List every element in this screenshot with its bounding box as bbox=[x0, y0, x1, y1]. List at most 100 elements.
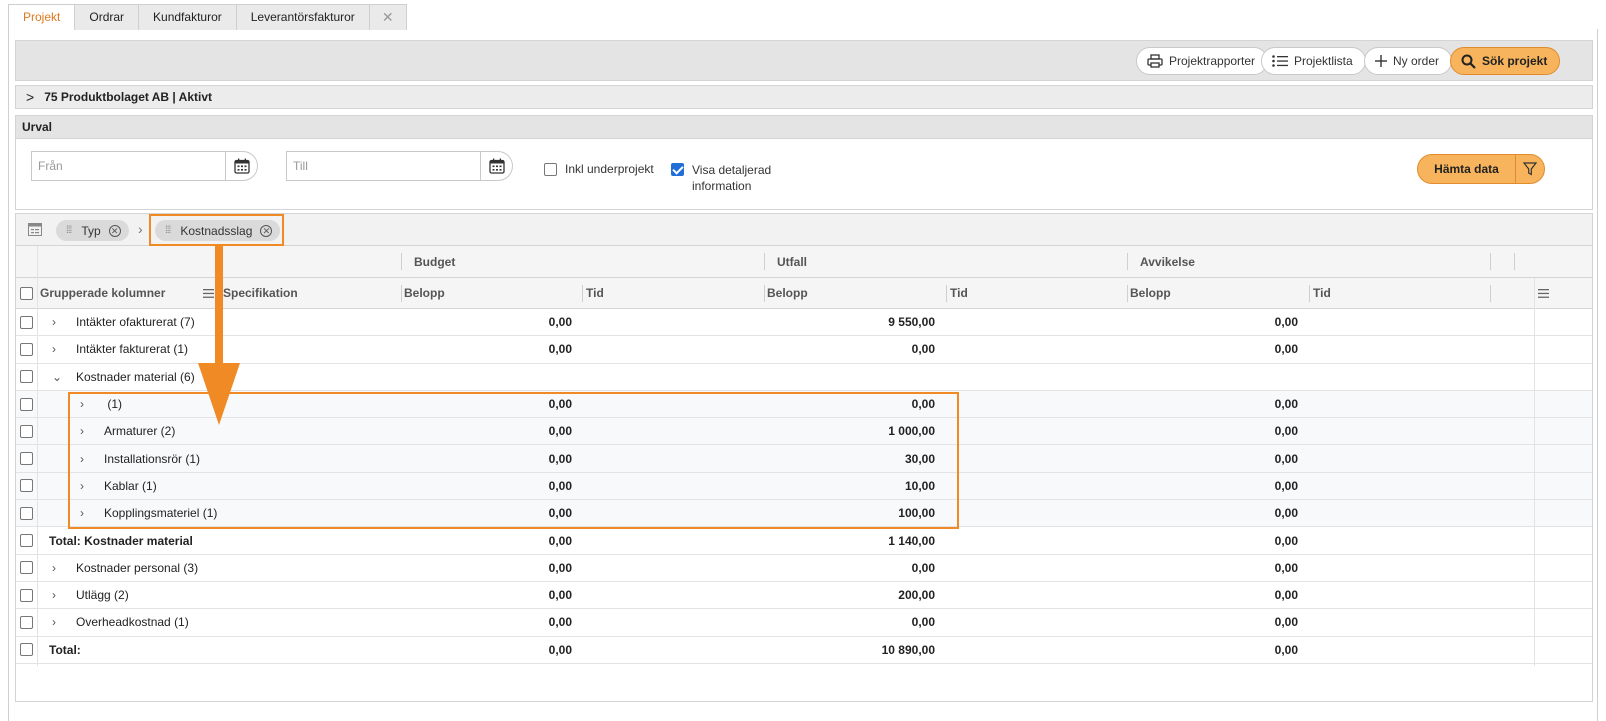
calendar-icon[interactable] bbox=[481, 151, 513, 181]
remove-chip-icon[interactable]: ✕ bbox=[108, 224, 121, 237]
row-checkbox[interactable] bbox=[20, 609, 33, 635]
inkl-underprojekt-label: Inkl underprojekt bbox=[565, 162, 654, 176]
row-checkbox[interactable] bbox=[20, 336, 33, 362]
cell-avvikelse-belopp: 0,00 bbox=[1274, 588, 1298, 603]
chevron-right-icon[interactable]: > bbox=[26, 89, 34, 105]
table-row[interactable]: Total: 0,00 10 890,00 0,00 bbox=[16, 636, 1592, 664]
chevron-down-icon[interactable]: ⌄ bbox=[52, 364, 62, 390]
cell-utfall-belopp bbox=[815, 364, 935, 390]
cell-avvikelse-belopp: 0,00 bbox=[1274, 642, 1298, 657]
project-reports-button[interactable]: Projektrapporter bbox=[1136, 47, 1269, 75]
cell-avvikelse-belopp: 0,00 bbox=[1274, 451, 1298, 466]
tab-projekt[interactable]: Projekt bbox=[8, 4, 76, 30]
selection-title: Urval bbox=[16, 116, 1592, 139]
table-row[interactable]: Total: Kostnader material 0,00 1 140,00 0,0… bbox=[16, 527, 1592, 555]
table-row[interactable]: ⌄ Kostnader material (6) bbox=[16, 363, 1592, 391]
column-header-budget-tid[interactable]: Tid bbox=[586, 278, 604, 308]
new-order-label: Ny order bbox=[1393, 54, 1440, 68]
row-checkbox[interactable] bbox=[20, 473, 33, 499]
cell-avvikelse-belopp: 0,00 bbox=[1274, 397, 1298, 412]
row-checkbox[interactable] bbox=[20, 391, 33, 417]
cell-avvikelse-belopp: 0,00 bbox=[1274, 478, 1298, 493]
tab-ordrar[interactable]: Ordrar bbox=[74, 4, 140, 30]
from-date-input[interactable] bbox=[31, 151, 226, 181]
grouping-panel-icon[interactable] bbox=[28, 223, 42, 236]
tab-kundfakturor[interactable]: Kundfakturor bbox=[138, 4, 237, 30]
data-grid: ⁞⁞⁞ Typ ✕ › ⁞⁞⁞ Kostnadsslag ✕ Budget Ut… bbox=[15, 213, 1593, 702]
visa-detaljerad-checkbox[interactable] bbox=[671, 163, 684, 176]
budget-group-header: Budget bbox=[414, 254, 456, 269]
column-header-budget-belopp[interactable]: Belopp bbox=[404, 278, 445, 308]
plus-icon bbox=[1375, 55, 1387, 67]
grid-menu-icon[interactable] bbox=[1538, 278, 1549, 308]
row-label: Kostnader personal (3) bbox=[76, 560, 199, 575]
filter-icon[interactable] bbox=[1515, 155, 1544, 183]
calendar-icon[interactable] bbox=[226, 151, 258, 181]
cell-avvikelse-belopp: 0,00 bbox=[1274, 560, 1298, 575]
project-list-button[interactable]: Projektlista bbox=[1261, 47, 1366, 75]
drag-handle-icon[interactable]: ⁞⁞⁞ bbox=[66, 225, 72, 236]
project-reports-label: Projektrapporter bbox=[1169, 54, 1256, 68]
chevron-right-icon[interactable]: › bbox=[52, 582, 56, 608]
group-chip-label: Typ bbox=[81, 223, 101, 238]
project-title: 75 Produktbolaget AB | Aktivt bbox=[44, 90, 213, 104]
row-checkbox[interactable] bbox=[20, 637, 33, 663]
visa-detaljerad-label: Visa detaljerad information bbox=[692, 162, 771, 194]
chevron-right-icon[interactable]: › bbox=[52, 309, 56, 335]
utfall-group-header: Utfall bbox=[777, 254, 807, 269]
table-row[interactable]: › Utlägg (2) 0,00 200,00 0,00 bbox=[16, 581, 1592, 610]
search-project-button[interactable]: Sök projekt bbox=[1450, 47, 1561, 75]
cell-avvikelse-belopp: 0,00 bbox=[1274, 342, 1298, 357]
cell-utfall-belopp: 200,00 bbox=[898, 588, 935, 603]
close-tab-icon[interactable]: ✕ bbox=[368, 4, 407, 30]
project-list-label: Projektlista bbox=[1294, 54, 1353, 68]
search-project-label: Sök projekt bbox=[1482, 54, 1548, 68]
table-row[interactable]: › Intäkter ofakturerat (7) 0,00 9 550,00 0,0… bbox=[16, 309, 1592, 337]
avvikelse-group-header: Avvikelse bbox=[1140, 254, 1195, 269]
new-order-button[interactable]: Ny order bbox=[1364, 47, 1453, 75]
search-icon bbox=[1461, 54, 1476, 69]
selection-panel: Urval Inkl underprojekt Visa detaljerad … bbox=[15, 115, 1593, 210]
chevron-right-icon[interactable]: › bbox=[52, 555, 56, 581]
row-checkbox[interactable] bbox=[20, 500, 33, 526]
row-checkbox[interactable] bbox=[20, 309, 33, 335]
column-header-grouped[interactable]: Grupperade kolumner bbox=[40, 278, 165, 308]
row-checkbox[interactable] bbox=[20, 527, 33, 553]
column-header-avvikelse-tid[interactable]: Tid bbox=[1313, 278, 1331, 308]
fetch-data-label[interactable]: Hämta data bbox=[1418, 155, 1515, 183]
table-row[interactable]: › Overheadkostnad (1) 0,00 0,00 0,00 bbox=[16, 609, 1592, 637]
inkl-underprojekt-option[interactable]: Inkl underprojekt bbox=[544, 162, 654, 176]
checkbox-column-divider bbox=[37, 246, 38, 666]
group-chip-typ[interactable]: ⁞⁞⁞ Typ ✕ bbox=[56, 220, 129, 241]
select-all-checkbox[interactable] bbox=[20, 278, 33, 308]
cell-budget-belopp: 0,00 bbox=[548, 560, 572, 575]
chevron-right-icon: › bbox=[138, 221, 143, 237]
cell-budget-belopp: 0,00 bbox=[548, 315, 572, 330]
project-header[interactable]: > 75 Produktbolaget AB | Aktivt bbox=[15, 85, 1593, 109]
printer-icon bbox=[1147, 54, 1163, 68]
table-row[interactable]: › Kostnader personal (3) 0,00 0,00 0,00 bbox=[16, 554, 1592, 582]
cell-avvikelse-belopp: 0,00 bbox=[1274, 533, 1298, 548]
table-row[interactable]: › Intäkter fakturerat (1) 0,00 0,00 0,00 bbox=[16, 336, 1592, 364]
chevron-right-icon[interactable]: › bbox=[52, 336, 56, 362]
visa-detaljerad-option[interactable]: Visa detaljerad information bbox=[671, 162, 771, 194]
inkl-underprojekt-checkbox[interactable] bbox=[544, 163, 557, 176]
column-header-avvikelse-belopp[interactable]: Belopp bbox=[1130, 278, 1171, 308]
from-date-field bbox=[31, 151, 258, 181]
to-date-input[interactable] bbox=[286, 151, 481, 181]
row-checkbox[interactable] bbox=[20, 555, 33, 581]
cell-budget-belopp: 0,00 bbox=[548, 342, 572, 357]
fetch-data-button[interactable]: Hämta data bbox=[1417, 154, 1545, 184]
row-label: Total: bbox=[49, 642, 81, 657]
row-checkbox[interactable] bbox=[20, 445, 33, 471]
chevron-right-icon[interactable]: › bbox=[52, 609, 56, 635]
row-checkbox[interactable] bbox=[20, 364, 33, 390]
tab-leverantorsfakturor[interactable]: Leverantörsfakturor bbox=[235, 4, 370, 30]
column-header-utfall-belopp[interactable]: Belopp bbox=[767, 278, 808, 308]
cell-budget-belopp: 0,00 bbox=[548, 642, 572, 657]
cell-utfall-belopp: 0,00 bbox=[911, 342, 935, 357]
row-checkbox[interactable] bbox=[20, 418, 33, 444]
column-header-utfall-tid[interactable]: Tid bbox=[950, 278, 968, 308]
row-checkbox[interactable] bbox=[20, 582, 33, 608]
cell-utfall-belopp: 10 890,00 bbox=[881, 642, 935, 657]
